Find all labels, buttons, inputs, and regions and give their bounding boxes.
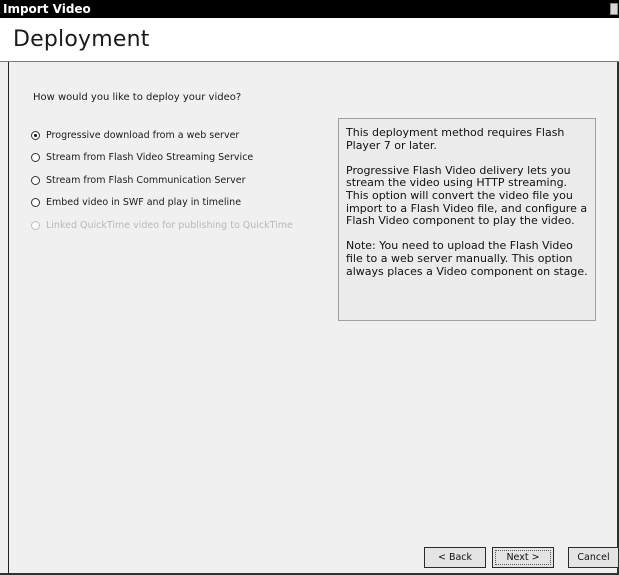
import-video-dialog: Import Video Deployment How would you li…	[0, 0, 619, 575]
radio-icon[interactable]	[31, 175, 40, 185]
radio-icon[interactable]	[31, 198, 40, 208]
option-flash-communication-server[interactable]: Stream from Flash Communication Server	[31, 169, 293, 192]
option-linked-quicktime: Linked QuickTime video for publishing to…	[31, 214, 293, 237]
window-title: Import Video	[3, 2, 91, 16]
option-flash-video-streaming-service[interactable]: Stream from Flash Video Streaming Servic…	[31, 147, 293, 170]
left-divider	[8, 62, 9, 573]
radio-icon	[31, 220, 40, 230]
focus-ring	[495, 550, 551, 565]
close-icon[interactable]	[610, 3, 618, 15]
deployment-options: Progressive download from a web server S…	[31, 124, 293, 237]
page-title: Deployment	[13, 27, 150, 52]
deploy-question: How would you like to deploy your video?	[33, 92, 242, 103]
option-label: Progressive download from a web server	[46, 129, 240, 141]
option-embed-in-swf[interactable]: Embed video in SWF and play in timeline	[31, 192, 293, 215]
option-progressive-download[interactable]: Progressive download from a web server	[31, 124, 293, 147]
option-label: Stream from Flash Communication Server	[46, 174, 246, 186]
next-button[interactable]: Next >	[492, 547, 554, 568]
title-bar: Import Video	[0, 0, 619, 18]
description-paragraph: Progressive Flash Video delivery lets yo…	[346, 163, 588, 228]
option-label: Embed video in SWF and play in timeline	[46, 197, 242, 209]
description-paragraph: This deployment method requires Flash Pl…	[346, 126, 565, 152]
radio-icon[interactable]	[31, 153, 40, 163]
radio-icon[interactable]	[31, 130, 40, 140]
option-label: Stream from Flash Video Streaming Servic…	[46, 152, 254, 164]
description-panel: This deployment method requires Flash Pl…	[338, 118, 596, 321]
back-button[interactable]: < Back	[424, 547, 486, 568]
cancel-button[interactable]: Cancel	[568, 547, 618, 568]
wizard-header: Deployment	[0, 18, 619, 62]
button-bar: < Back Next > Cancel	[0, 540, 619, 570]
description-paragraph: Note: You need to upload the Flash Video…	[346, 239, 588, 278]
option-label: Linked QuickTime video for publishing to…	[46, 219, 293, 231]
